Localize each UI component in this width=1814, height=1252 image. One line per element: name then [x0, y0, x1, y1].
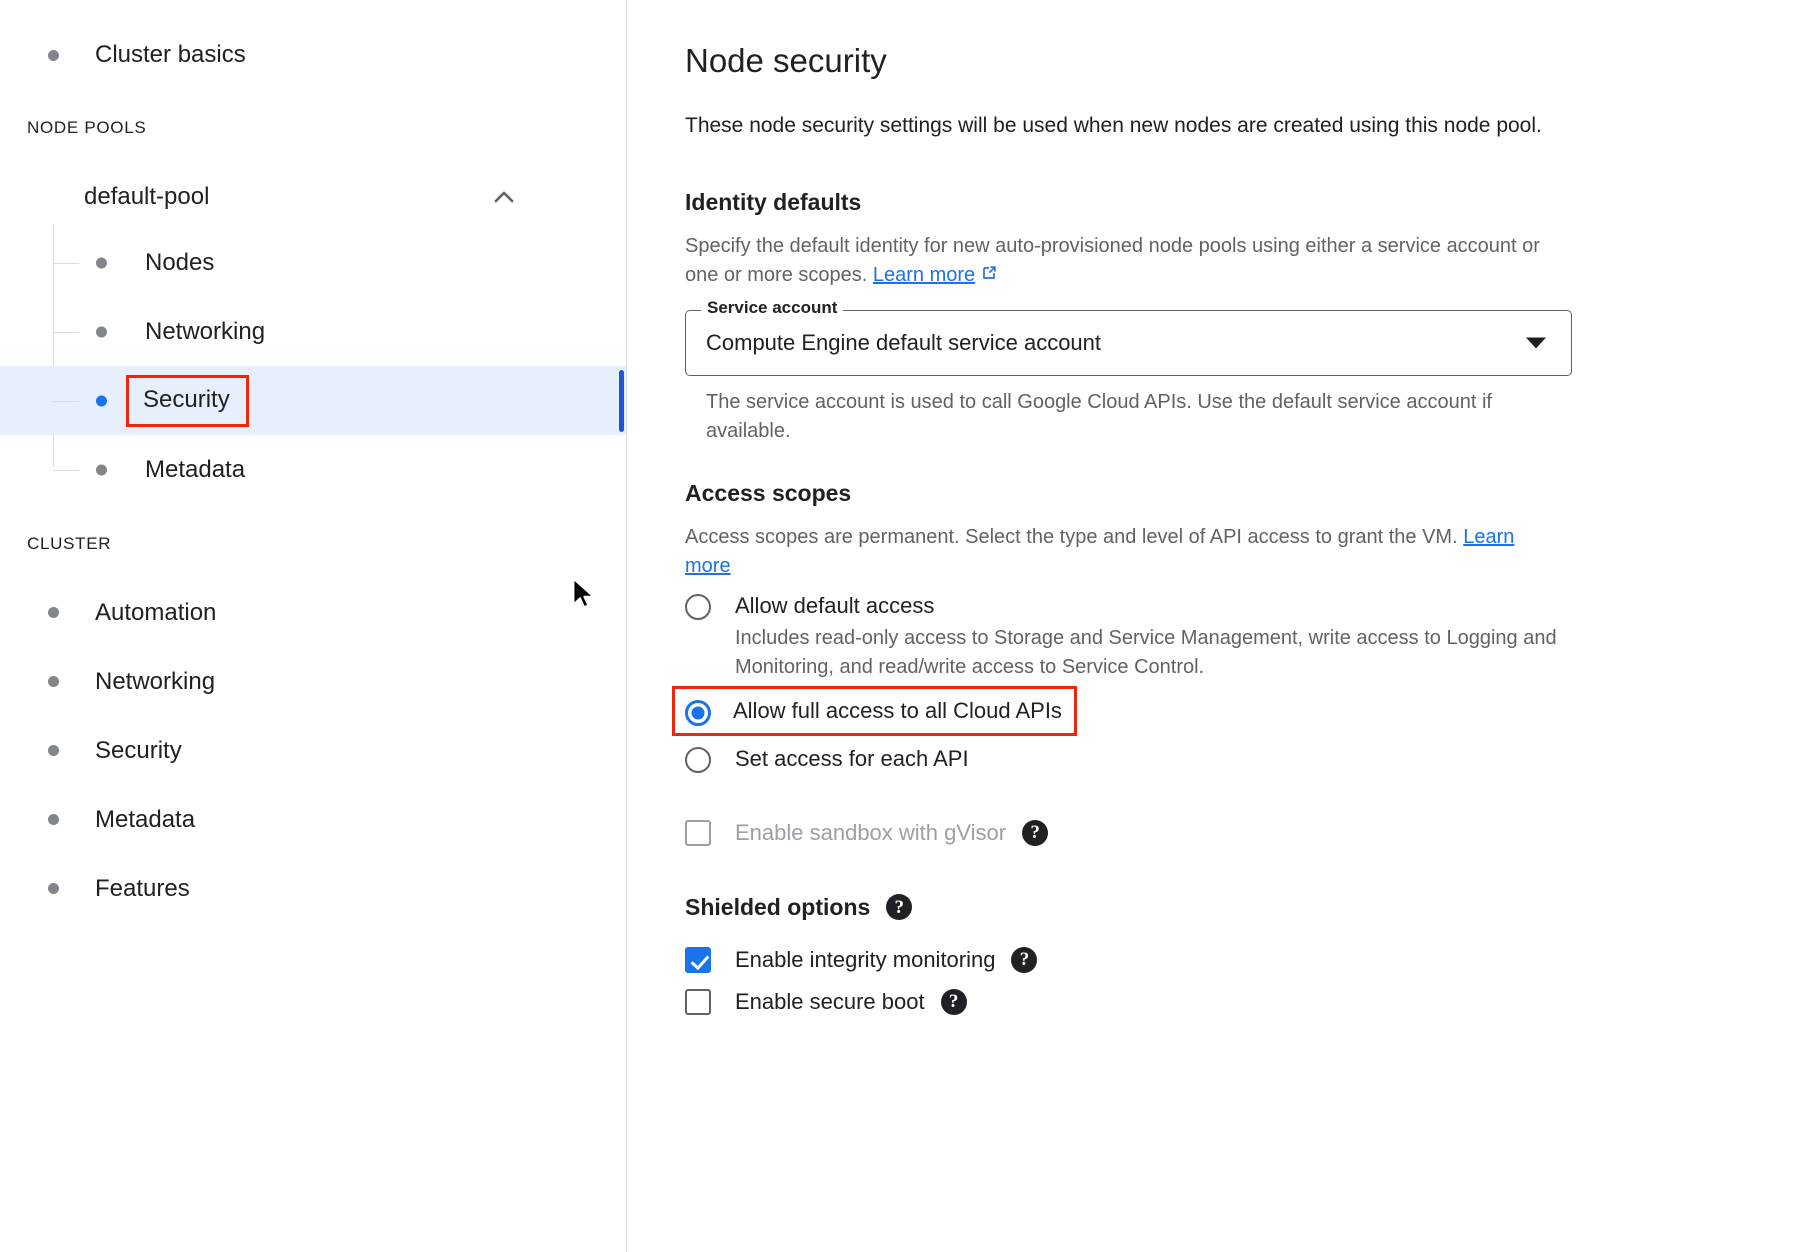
- bullet-icon: [48, 676, 59, 687]
- sidebar-item-cluster-features[interactable]: Features: [0, 854, 626, 923]
- sidebar-item-pool-nodes[interactable]: Nodes: [0, 228, 626, 297]
- shielded-options-heading-row: Shielded options ?: [685, 894, 1774, 921]
- sidebar-item-cluster-metadata[interactable]: Metadata: [0, 785, 626, 854]
- chevron-down-icon[interactable]: [1526, 337, 1546, 348]
- bullet-icon: [96, 257, 107, 268]
- main-content: Node security These node security settin…: [627, 0, 1814, 1252]
- page-intro: These node security settings will be use…: [685, 110, 1565, 143]
- radio-icon-selected[interactable]: [685, 700, 711, 726]
- help-icon[interactable]: ?: [886, 894, 912, 920]
- identity-description-text: Specify the default identity for new aut…: [685, 235, 1540, 286]
- chevron-up-icon[interactable]: [490, 183, 518, 211]
- sidebar-item-default-pool[interactable]: default-pool: [0, 166, 626, 228]
- sidebar-item-label: Metadata: [95, 806, 195, 834]
- annotation-highlight-allow-full-access: Allow full access to all Cloud APIs: [672, 686, 1077, 736]
- shielded-options-heading: Shielded options: [685, 894, 870, 921]
- sidebar-item-label: Automation: [95, 599, 216, 627]
- radio-allow-default-access-description: Includes read-only access to Storage and…: [735, 624, 1595, 682]
- sidebar-pool-label: default-pool: [84, 183, 209, 211]
- bullet-icon: [96, 464, 107, 475]
- bullet-icon: [48, 883, 59, 894]
- app-root: Cluster basics NODE POOLS default-pool N…: [0, 0, 1814, 1252]
- sidebar-item-label: Security: [95, 737, 182, 765]
- tree-branch: [53, 332, 79, 333]
- sidebar-item-cluster-security[interactable]: Security: [0, 716, 626, 785]
- service-account-select[interactable]: Service account Compute Engine default s…: [685, 310, 1572, 376]
- radio-icon[interactable]: [685, 594, 711, 620]
- sidebar-item-cluster-automation[interactable]: Automation: [0, 578, 626, 647]
- bullet-icon: [48, 814, 59, 825]
- bullet-icon-active: [96, 395, 107, 406]
- sidebar-item-label: Cluster basics: [95, 43, 246, 67]
- radio-label: Set access for each API: [735, 744, 969, 774]
- external-link-icon: [979, 263, 999, 292]
- radio-set-access-each-api[interactable]: Set access for each API: [685, 744, 1774, 774]
- help-icon[interactable]: ?: [1022, 820, 1048, 846]
- access-scopes-heading: Access scopes: [685, 480, 1774, 507]
- sidebar-item-cluster-networking[interactable]: Networking: [0, 647, 626, 716]
- radio-label: Allow default access: [735, 591, 934, 621]
- checkbox-icon[interactable]: [685, 989, 711, 1015]
- sidebar-section-node-pools: NODE POOLS: [0, 118, 626, 138]
- checkbox-enable-sandbox-gvisor: Enable sandbox with gVisor ?: [685, 820, 1774, 846]
- sidebar-item-label: Security: [126, 375, 249, 427]
- access-scopes-description-text: Access scopes are permanent. Select the …: [685, 526, 1463, 548]
- checkbox-enable-integrity-monitoring[interactable]: Enable integrity monitoring ?: [685, 947, 1774, 973]
- radio-label: Allow full access to all Cloud APIs: [733, 696, 1062, 726]
- identity-defaults-description: Specify the default identity for new aut…: [685, 232, 1565, 292]
- sidebar-item-label: Features: [95, 875, 190, 903]
- checkbox-label: Enable secure boot: [735, 989, 925, 1015]
- radio-icon[interactable]: [685, 747, 711, 773]
- sidebar-section-cluster: CLUSTER: [0, 534, 626, 554]
- bullet-icon: [96, 326, 107, 337]
- active-item-indicator: [619, 370, 624, 432]
- checkbox-icon: [685, 820, 711, 846]
- service-account-label: Service account: [701, 298, 843, 318]
- radio-allow-default-access[interactable]: Allow default access: [685, 591, 1774, 621]
- sidebar-item-label: Nodes: [145, 249, 214, 277]
- sidebar-item-label: Networking: [145, 318, 265, 346]
- access-scopes-description: Access scopes are permanent. Select the …: [685, 523, 1565, 581]
- help-icon[interactable]: ?: [1011, 947, 1037, 973]
- bullet-icon: [48, 50, 59, 61]
- mouse-pointer-icon: [571, 578, 599, 612]
- tree-branch: [53, 470, 79, 471]
- bullet-icon: [48, 607, 59, 618]
- sidebar-pool-children: Nodes Networking Security Metadata: [0, 228, 626, 504]
- settings-sidebar: Cluster basics NODE POOLS default-pool N…: [0, 0, 627, 1252]
- bullet-icon: [48, 745, 59, 756]
- checkbox-label: Enable sandbox with gVisor: [735, 820, 1006, 846]
- sidebar-item-pool-security[interactable]: Security: [0, 366, 626, 435]
- sidebar-item-label: Metadata: [145, 456, 245, 484]
- service-account-value: Compute Engine default service account: [706, 330, 1101, 356]
- identity-defaults-heading: Identity defaults: [685, 189, 1774, 216]
- checkbox-label: Enable integrity monitoring: [735, 947, 995, 973]
- checkbox-icon-checked[interactable]: [685, 947, 711, 973]
- sidebar-item-pool-metadata[interactable]: Metadata: [0, 435, 626, 504]
- page-title: Node security: [685, 42, 1774, 80]
- tree-branch: [53, 263, 79, 264]
- tree-branch: [53, 401, 79, 402]
- identity-learn-more-link[interactable]: Learn more: [873, 264, 975, 286]
- help-icon[interactable]: ?: [941, 989, 967, 1015]
- sidebar-item-cluster-basics[interactable]: Cluster basics: [0, 26, 626, 84]
- sidebar-item-label: Networking: [95, 668, 215, 696]
- service-account-hint: The service account is used to call Goog…: [706, 388, 1546, 446]
- checkbox-enable-secure-boot[interactable]: Enable secure boot ?: [685, 989, 1774, 1015]
- sidebar-item-pool-networking[interactable]: Networking: [0, 297, 626, 366]
